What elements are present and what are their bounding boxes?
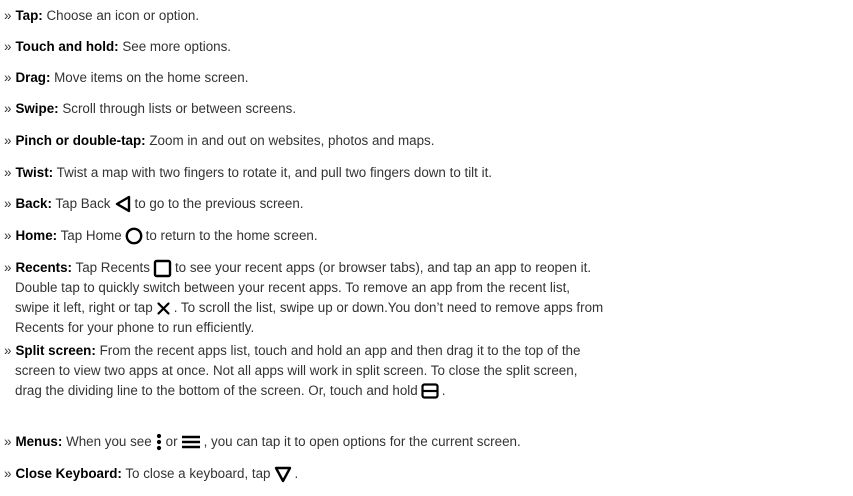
item-text: drag the dividing line to the bottom of … — [15, 383, 418, 398]
item-text: . — [441, 383, 446, 398]
item-text-line: swipe it left, right or tap . To scroll t… — [4, 298, 849, 318]
term-label: Pinch or double-tap: — [15, 133, 146, 148]
item-text: From the recent apps list, touch and hol… — [99, 343, 581, 358]
list-item-close-keyboard: » Close Keyboard: To close a keyboard, ta… — [4, 464, 849, 484]
list-item-swipe: » Swipe: Scroll through lists or between … — [4, 99, 849, 119]
list-item-recents: » Recents: Tap Recents to see your recent … — [4, 258, 849, 338]
bullet: » — [4, 228, 12, 243]
term-label: Home: — [15, 228, 58, 243]
bullet: » — [4, 434, 12, 449]
bullet: » — [4, 101, 12, 116]
term-label: Touch and hold: — [15, 39, 119, 54]
item-text-line: Recents for your phone to run efficientl… — [15, 320, 255, 335]
list-item-menus: » Menus: When you see or , you can tap it t… — [4, 432, 849, 452]
bullet: » — [4, 8, 12, 23]
term-label: Recents: — [15, 260, 73, 275]
close-x-icon — [157, 302, 170, 315]
item-text: Tap Recents — [75, 260, 150, 275]
list-item-pinch: » Pinch or double-tap: Zoom in and out on… — [4, 131, 849, 151]
list-item-twist: » Twist: Twist a map with two fingers to … — [4, 163, 849, 183]
item-text: swipe it left, right or tap — [15, 300, 153, 315]
item-text-line: Double tap to quickly switch between you… — [15, 280, 571, 295]
list-item-tap: » Tap: Choose an icon or option. — [4, 6, 849, 26]
recents-square-icon — [153, 259, 172, 278]
item-text-line: screen to view two apps at once. Not all… — [15, 363, 578, 378]
bullet: » — [4, 343, 12, 358]
item-text: , you can tap it to open options for the… — [203, 434, 521, 449]
item-text: Scroll through lists or between screens. — [62, 101, 297, 116]
item-text: When you see — [66, 434, 152, 449]
list-item-touch-and-hold: » Touch and hold: See more options. — [4, 37, 849, 57]
bullet: » — [4, 260, 12, 275]
bullet: » — [4, 165, 12, 180]
item-text: See more options. — [122, 39, 232, 54]
item-text: . — [294, 466, 299, 481]
menu-lines-icon — [181, 436, 200, 449]
bullet: » — [4, 70, 12, 85]
list-item-back: » Back: Tap Back to go to the previous scr… — [4, 194, 849, 214]
list-item-home: » Home: Tap Home to return to the home scr… — [4, 226, 849, 246]
item-text: to go to the previous screen. — [134, 196, 304, 211]
bullet: » — [4, 133, 12, 148]
bullet: » — [4, 466, 12, 481]
back-triangle-icon — [115, 196, 130, 213]
item-text: Tap Home — [60, 228, 122, 243]
item-text: Twist a map with two fingers to rotate i… — [56, 165, 493, 180]
item-text: To close a keyboard, tap — [125, 466, 271, 481]
term-label: Menus: — [15, 434, 63, 449]
bullet: » — [4, 39, 12, 54]
item-text: Move items on the home screen. — [54, 70, 249, 85]
term-label: Swipe: — [15, 101, 59, 116]
term-label: Split screen: — [15, 343, 96, 358]
more-vertical-icon — [156, 434, 161, 451]
term-label: Close Keyboard: — [15, 466, 122, 481]
split-screen-icon — [421, 383, 439, 400]
term-label: Drag: — [15, 70, 51, 85]
item-text: to return to the home screen. — [145, 228, 318, 243]
list-item-split-screen: » Split screen: From the recent apps list… — [4, 341, 849, 401]
item-text-line: drag the dividing line to the bottom of … — [4, 381, 849, 401]
bullet: » — [4, 196, 12, 211]
item-text: Tap Back — [55, 196, 111, 211]
item-text: . To scroll the list, swipe up or down.Y… — [173, 300, 604, 315]
item-text: to see your recent apps (or browser tabs… — [174, 260, 592, 275]
term-label: Twist: — [15, 165, 54, 180]
list-item-drag: » Drag: Move items on the home screen. — [4, 68, 849, 88]
home-circle-icon — [125, 228, 143, 245]
item-text: or — [165, 434, 178, 449]
term-label: Tap: — [15, 8, 43, 23]
item-text: Choose an icon or option. — [46, 8, 200, 23]
item-text: Zoom in and out on websites, photos and … — [149, 133, 435, 148]
gestures-document: » Tap: Choose an icon or option. » Touch a… — [0, 0, 853, 496]
term-label: Back: — [15, 196, 52, 211]
close-keyboard-icon — [274, 466, 291, 483]
